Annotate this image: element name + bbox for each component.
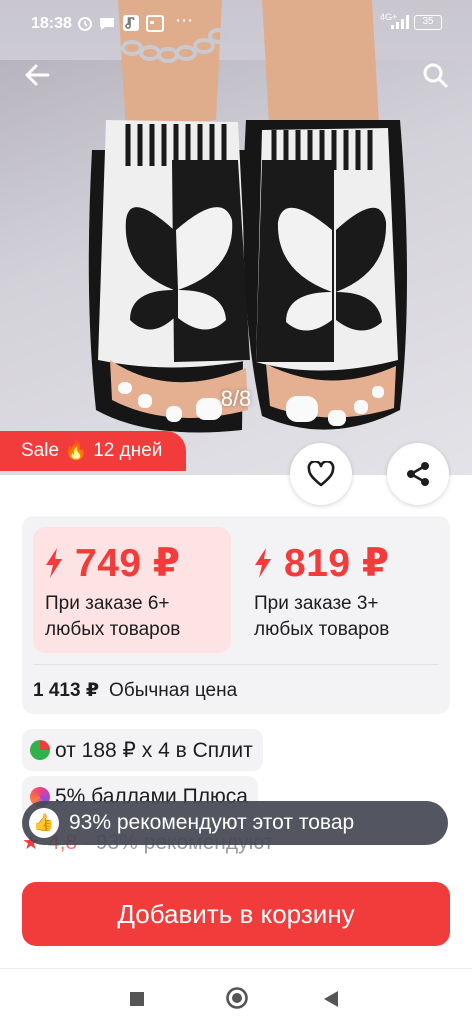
square-icon [130,992,144,1006]
sale-badge[interactable]: Sale 🔥 12 дней [0,431,187,471]
split-payment-chip[interactable]: от 188 ₽ x 4 в Сплит [22,729,263,771]
price-option-6plus[interactable]: 749 ₽ При заказе 6+ любых товаров [33,527,231,653]
regular-price-label: Обычная цена [109,680,238,701]
lightning-icon [46,548,62,578]
price-card: 749 ₽ При заказе 6+ любых товаров 819 ₽ … [22,516,450,714]
status-time: 18:38 [31,15,72,32]
triangle-back-icon [324,991,338,1007]
message-icon [98,14,116,37]
recent-apps-button[interactable] [129,991,145,1012]
price-option-3plus[interactable]: 819 ₽ При заказе 3+ любых товаров [242,527,440,653]
music-app-icon [122,14,140,37]
circle-icon [226,987,248,1009]
regular-price: 1 413 ₽ Обычная цена [33,679,237,702]
search-icon [423,63,448,88]
more-notifications-icon: ⋯ [175,10,193,30]
back-button[interactable] [20,58,54,92]
heart-icon [307,461,335,487]
favorite-button[interactable] [290,443,352,505]
thumbs-up-icon: 👍 [29,808,59,838]
price-amount: 819 ₽ [284,541,390,585]
add-to-cart-button[interactable]: Добавить в корзину [22,882,450,946]
status-bar: 18:38 ⋯ 4G+ 35 [0,0,472,46]
system-navigation-bar [0,968,472,1024]
search-button[interactable] [418,58,452,92]
battery-indicator: 35 [414,15,442,30]
price-condition: При заказе 6+ любых товаров [45,593,181,640]
price-amount: 749 ₽ [75,541,181,585]
home-button[interactable] [225,986,249,1015]
toast-text: 93% рекомендуют этот товар [69,811,355,834]
share-icon [407,462,429,486]
split-text: от 188 ₽ x 4 в Сплит [55,738,253,762]
regular-price-amount: 1 413 ₽ [33,680,100,701]
arrow-left-icon [25,64,50,86]
divider [33,664,439,665]
recommend-toast: 👍 93% рекомендуют этот товар [22,801,448,845]
signal-icon [390,14,410,35]
split-icon [30,740,50,760]
alarm-icon [76,14,94,37]
calendar-app-icon [146,14,164,37]
gallery-counter: 8/8 [220,386,252,411]
share-button[interactable] [387,443,449,505]
back-system-button[interactable] [322,989,340,1014]
product-screen: 18:38 ⋯ 4G+ 35 8/8 Sale 🔥 12 дней 749 ₽ … [0,0,472,1024]
lightning-icon [255,548,271,578]
price-condition: При заказе 3+ любых товаров [254,593,390,640]
